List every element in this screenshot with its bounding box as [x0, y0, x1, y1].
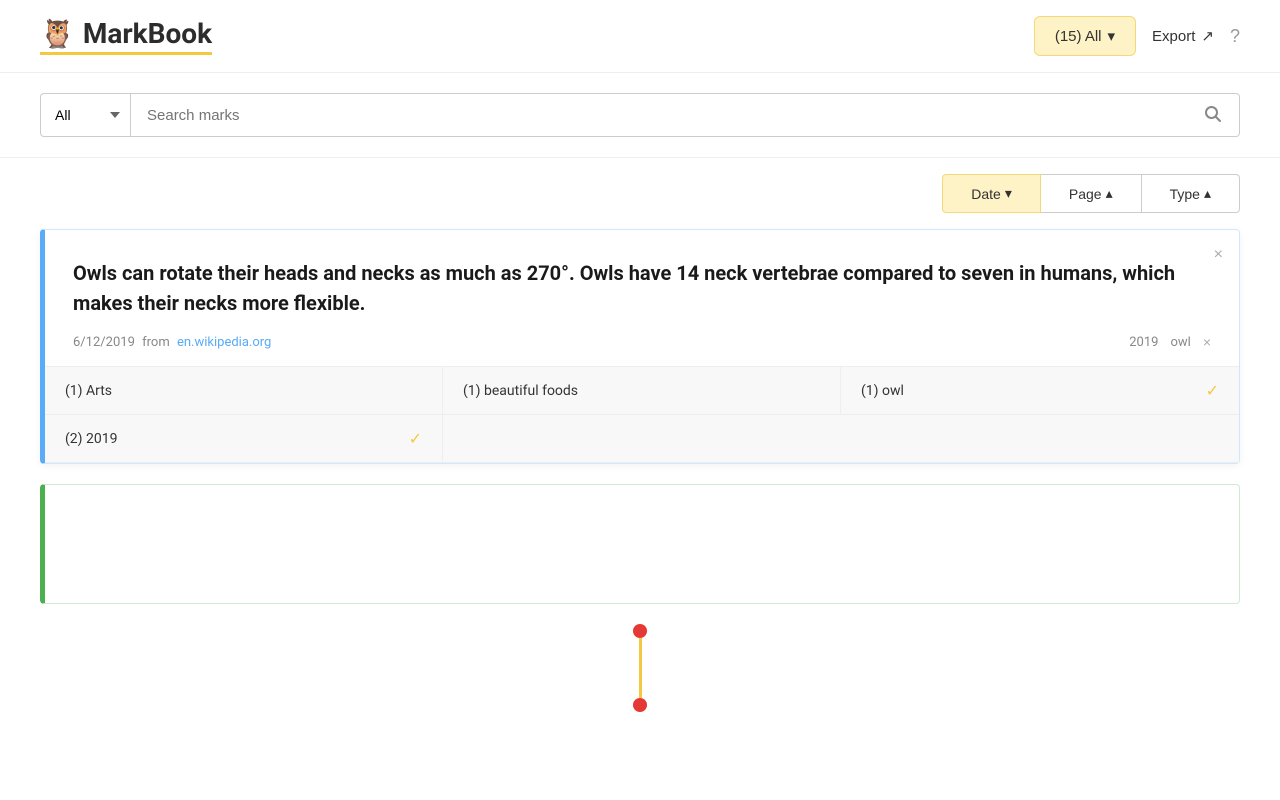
sort-bar: Date ▾ Page ▴ Type ▴: [0, 158, 1280, 229]
loading-pin: [633, 624, 647, 712]
logo-row: 🦉 MarkBook: [40, 17, 212, 50]
search-input[interactable]: [130, 93, 1187, 137]
search-icon: [1203, 104, 1223, 127]
card-close-button[interactable]: ×: [1214, 246, 1223, 264]
chevron-down-icon: ▾: [1108, 27, 1116, 45]
logo-text: MarkBook: [83, 17, 212, 50]
card-title: Owls can rotate their heads and necks as…: [73, 258, 1211, 318]
pin-top: [633, 624, 647, 638]
owl-icon: 🦉: [40, 17, 75, 50]
tag-cell-owl[interactable]: (1) owl ✓: [841, 367, 1239, 415]
card-tag-close-button[interactable]: ×: [1203, 334, 1211, 350]
sort-page-button[interactable]: Page ▴: [1041, 174, 1142, 213]
search-button[interactable]: [1187, 93, 1240, 137]
sort-type-label: Type: [1170, 186, 1200, 202]
from-label: from: [139, 335, 173, 350]
logo-area: 🦉 MarkBook: [40, 17, 212, 55]
export-label: Export: [1152, 28, 1195, 45]
all-button-label: (15) All: [1055, 28, 1102, 45]
card-header: × Owls can rotate their heads and necks …: [45, 230, 1239, 318]
export-button[interactable]: Export ↗: [1152, 27, 1214, 45]
tag-cell-empty-1: [443, 415, 841, 463]
logo-underline: [40, 52, 212, 55]
sort-date-icon: ▾: [1005, 185, 1012, 202]
tag-arts-label: (1) Arts: [65, 383, 112, 399]
tag-cell-empty-2: [841, 415, 1239, 463]
all-button[interactable]: (15) All ▾: [1034, 16, 1136, 56]
pin-line: [639, 638, 642, 698]
sort-date-label: Date: [971, 186, 1001, 202]
tag-2019-label: (2) 2019: [65, 431, 117, 447]
tag-beautiful-foods-label: (1) beautiful foods: [463, 383, 578, 399]
main-content: × Owls can rotate their heads and necks …: [0, 229, 1280, 732]
export-icon: ↗: [1201, 27, 1214, 45]
help-button[interactable]: ?: [1230, 26, 1240, 47]
second-card-partial: [40, 484, 1240, 604]
check-2019-icon: ✓: [409, 429, 422, 448]
tag-cell-beautiful-foods[interactable]: (1) beautiful foods: [443, 367, 841, 415]
check-owl-icon: ✓: [1206, 381, 1219, 400]
pin-bottom: [633, 698, 647, 712]
sort-type-button[interactable]: Type ▴: [1142, 174, 1240, 213]
card-meta-left: 6/12/2019 from en.wikipedia.org: [73, 335, 271, 350]
search-area: All Text Notes Images: [0, 73, 1280, 158]
sort-date-button[interactable]: Date ▾: [942, 174, 1041, 213]
tag-owl-label: (1) owl: [861, 383, 904, 399]
card-tag-owl: owl: [1170, 335, 1190, 350]
filter-select[interactable]: All Text Notes Images: [40, 93, 130, 137]
loading-indicator: [40, 604, 1240, 732]
card-date: 6/12/2019: [73, 335, 135, 350]
bookmark-card: × Owls can rotate their heads and necks …: [40, 229, 1240, 464]
card-meta: 6/12/2019 from en.wikipedia.org 2019 owl…: [45, 318, 1239, 366]
card-tag-year: 2019: [1129, 335, 1158, 350]
sort-page-label: Page: [1069, 186, 1102, 202]
tag-cell-2019[interactable]: (2) 2019 ✓: [45, 415, 443, 463]
card-meta-right: 2019 owl ×: [1129, 334, 1211, 350]
sort-type-icon: ▴: [1204, 185, 1211, 202]
header-right: (15) All ▾ Export ↗ ?: [1034, 16, 1240, 56]
header: 🦉 MarkBook (15) All ▾ Export ↗ ?: [0, 0, 1280, 73]
sort-page-icon: ▴: [1106, 185, 1113, 202]
tag-grid: (1) Arts (1) beautiful foods (1) owl ✓ (…: [45, 366, 1239, 463]
tag-cell-arts[interactable]: (1) Arts: [45, 367, 443, 415]
card-source-link[interactable]: en.wikipedia.org: [177, 335, 271, 350]
